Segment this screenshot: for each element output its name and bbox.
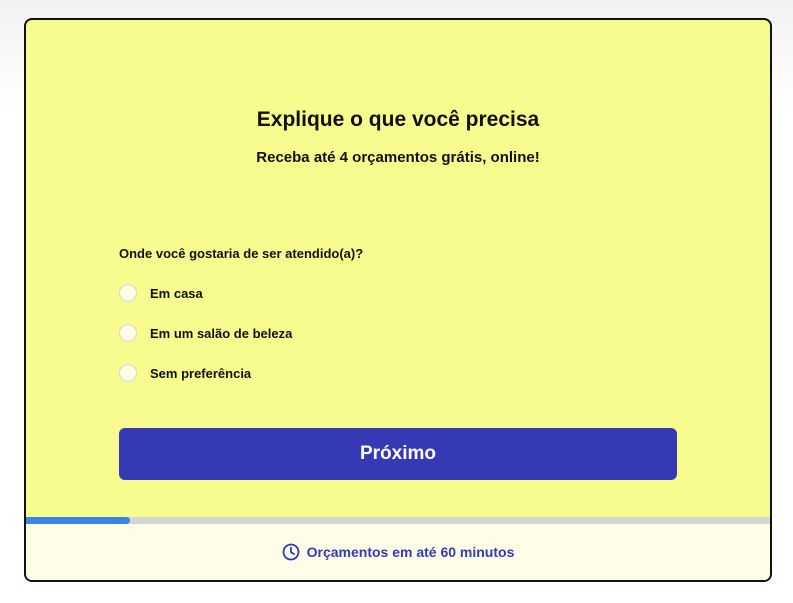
next-button[interactable]: Próximo	[119, 428, 677, 480]
option-em-casa[interactable]: Em casa	[119, 282, 203, 304]
clock-icon	[282, 543, 300, 561]
option-label: Em um salão de beleza	[150, 325, 293, 341]
footer-banner: Orçamentos em até 60 minutos	[26, 524, 770, 580]
form-subtitle: Receba até 4 orçamentos grátis, online!	[256, 149, 540, 166]
radio-button[interactable]	[119, 324, 137, 342]
option-salao-de-beleza[interactable]: Em um salão de beleza	[119, 322, 292, 344]
option-sem-preferencia[interactable]: Sem preferência	[119, 362, 251, 384]
progress-fill	[26, 517, 131, 524]
form-title: Explique o que você precisa	[256, 108, 540, 131]
option-label: Sem preferência	[150, 365, 252, 381]
option-label: Em casa	[150, 285, 203, 301]
progress-bar	[26, 517, 770, 524]
location-question: Onde você gostaria de ser atendido(a)?	[119, 246, 364, 261]
radio-button[interactable]	[119, 284, 137, 302]
delivery-time-text: Orçamentos em até 60 minutos	[306, 544, 515, 560]
radio-button[interactable]	[119, 364, 137, 382]
quote-request-modal: Explique o que você precisa Receba até 4…	[24, 18, 772, 582]
